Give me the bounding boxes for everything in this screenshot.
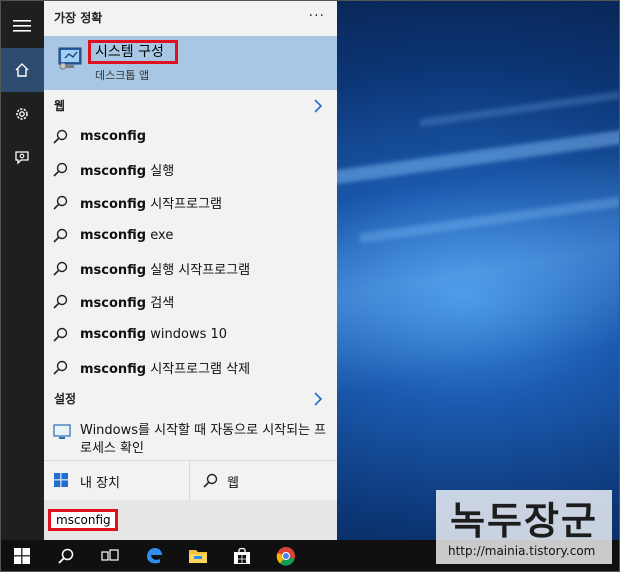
suggestion-text: 검색	[146, 296, 175, 311]
home-icon[interactable]	[0, 48, 44, 92]
hamburger-icon[interactable]	[0, 4, 44, 48]
best-match-item[interactable]: 시스템 구성 데스크톱 앱	[44, 36, 337, 90]
suggestion-text: 시작프로그램 삭제	[146, 362, 251, 377]
feedback-icon[interactable]	[0, 136, 44, 180]
web-result-label: msconfig 시작프로그램	[80, 193, 222, 212]
query-text: msconfig	[80, 296, 147, 311]
suggestion-text: exe	[146, 228, 174, 243]
best-match-header: 가장 정확	[54, 11, 103, 25]
suggestion-text: windows 10	[146, 327, 228, 342]
web-result-label: msconfig exe	[80, 228, 173, 243]
web-result-label: msconfig 실행	[80, 160, 174, 179]
web-result-label: msconfig	[80, 129, 146, 144]
my-device-label: 내 장치	[80, 476, 121, 491]
store-icon[interactable]	[220, 540, 264, 572]
best-match-subtitle: 데스크톱 앱	[95, 69, 150, 82]
search-icon[interactable]	[44, 540, 88, 572]
watermark: 녹두장군 http://mainia.tistory.com	[436, 490, 612, 564]
web-result-item[interactable]: msconfig 실행	[44, 153, 337, 186]
query-text: msconfig	[80, 129, 147, 144]
settings-header: 설정	[54, 392, 77, 406]
search-icon	[203, 473, 218, 488]
my-device-button[interactable]: 내 장치	[44, 461, 190, 501]
search-icon	[53, 162, 68, 177]
suggestion-text: 실행 시작프로그램	[146, 263, 251, 278]
web-result-item[interactable]: msconfig 시작프로그램	[44, 186, 337, 219]
windows-start-icon[interactable]	[0, 540, 44, 572]
start-rail	[0, 0, 44, 540]
watermark-title: 녹두장군	[450, 499, 598, 543]
query-text: msconfig	[80, 197, 147, 212]
search-icon	[53, 261, 68, 276]
search-icon	[53, 327, 68, 342]
query-text: msconfig	[80, 263, 147, 278]
web-scope-label: 웹	[227, 476, 239, 491]
more-options-icon[interactable]: ···	[309, 8, 325, 24]
edge-icon[interactable]	[132, 540, 176, 572]
query-text: msconfig	[80, 327, 147, 342]
web-result-label: msconfig 실행 시작프로그램	[80, 259, 250, 278]
light-beam	[420, 90, 620, 128]
best-match-title: 시스템 구성	[88, 40, 178, 64]
search-icon	[53, 294, 68, 309]
search-icon	[53, 129, 68, 144]
web-result-item[interactable]: msconfig 시작프로그램 삭제	[44, 351, 337, 384]
windows-logo-icon	[54, 473, 68, 487]
suggestion-text: 시작프로그램	[146, 197, 223, 212]
web-result-label: msconfig 시작프로그램 삭제	[80, 358, 250, 377]
query-text: msconfig	[80, 362, 147, 377]
scope-bar: 내 장치 웹	[44, 460, 337, 501]
search-results-panel: 가장 정확 ··· 시스템 구성 데스크톱 앱 웹 msconfig msconf…	[44, 0, 337, 540]
chevron-right-icon[interactable]	[313, 99, 323, 113]
light-beam	[330, 128, 620, 186]
suggestion-text: 실행	[146, 164, 175, 179]
web-result-item[interactable]: msconfig 검색	[44, 285, 337, 318]
web-result-item[interactable]: msconfig exe	[44, 219, 337, 252]
search-icon	[53, 360, 68, 375]
query-text: msconfig	[80, 228, 147, 243]
system-config-icon	[58, 47, 82, 70]
chevron-right-icon[interactable]	[313, 392, 323, 406]
web-result-item[interactable]: msconfig	[44, 120, 337, 153]
gear-icon[interactable]	[0, 92, 44, 136]
search-input[interactable]: msconfig	[48, 509, 118, 531]
web-result-item[interactable]: msconfig windows 10	[44, 318, 337, 351]
settings-result-label: Windows를 시작할 때 자동으로 시작되는 프로세스 확인	[80, 423, 327, 456]
search-icon	[53, 195, 68, 210]
chrome-icon[interactable]	[264, 540, 308, 572]
file-explorer-icon[interactable]	[176, 540, 220, 572]
search-box[interactable]: msconfig	[44, 500, 337, 540]
query-text: msconfig	[80, 164, 147, 179]
light-beam	[360, 196, 620, 244]
web-result-label: msconfig windows 10	[80, 327, 227, 342]
web-header: 웹	[54, 99, 66, 113]
web-scope-button[interactable]: 웹	[191, 461, 337, 501]
watermark-url: http://mainia.tistory.com	[448, 544, 596, 558]
monitor-icon	[53, 424, 71, 439]
search-icon	[53, 228, 68, 243]
web-result-label: msconfig 검색	[80, 292, 174, 311]
task-view-icon[interactable]	[88, 540, 132, 572]
web-result-item[interactable]: msconfig 실행 시작프로그램	[44, 252, 337, 285]
settings-result-item[interactable]: Windows를 시작할 때 자동으로 시작되는 프로세스 확인	[44, 420, 337, 460]
